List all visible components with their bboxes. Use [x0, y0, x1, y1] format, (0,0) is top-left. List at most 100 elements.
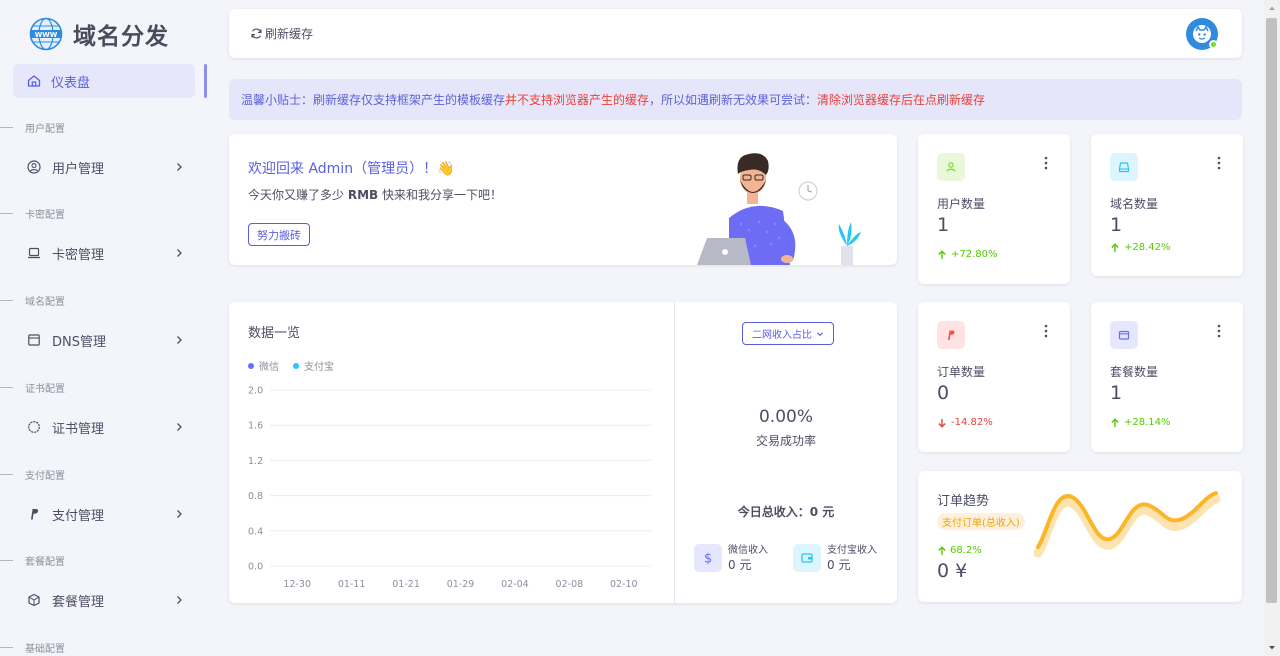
- more-vertical-icon[interactable]: [1044, 324, 1048, 338]
- tip-text: ，所以如遇刷新无效果可尝试：: [649, 93, 818, 107]
- welcome-subtitle: 今天你又赚了多少 RMB 快来和我分享一下吧！: [248, 188, 502, 202]
- brand-name: 域名分发: [73, 24, 169, 50]
- order-trend-sparkline: [1033, 491, 1221, 558]
- stat-value: 1: [1110, 382, 1123, 404]
- stat-label: 套餐数量: [1110, 365, 1159, 379]
- paypal-icon: [937, 321, 965, 349]
- home-icon: [27, 75, 41, 87]
- sidebar-item-label: 套餐管理: [52, 594, 105, 610]
- brand[interactable]: WWW 域名分发: [29, 17, 169, 51]
- wechat-income-value: 0 元: [728, 558, 752, 572]
- sidebar-item-packages[interactable]: 套餐管理: [13, 583, 195, 617]
- refresh-label: 刷新缓存: [265, 27, 314, 41]
- stat-trend: -14.82%: [937, 417, 993, 428]
- stat-label: 域名数量: [1110, 197, 1159, 211]
- sidebar-item-payments[interactable]: 支付管理: [13, 497, 195, 531]
- cert-icon: [27, 420, 41, 434]
- order-trend-title: 订单趋势: [937, 494, 990, 509]
- online-status-dot: [1209, 40, 1218, 49]
- window-icon: [27, 333, 41, 347]
- tip-warning: 清除浏览器缓存后在点刷新缓存: [817, 93, 986, 107]
- order-trend-value: 0 ¥: [937, 560, 968, 582]
- alipay-income: 支付宝收入 0 元: [793, 544, 877, 572]
- y-tick-label: 1.6: [248, 421, 263, 432]
- chevron-right-icon: [177, 423, 182, 431]
- x-tick-label: 02-10: [610, 579, 638, 590]
- active-indicator: [204, 64, 207, 98]
- arrow-up-icon: [1111, 417, 1119, 427]
- chevron-right-icon: [177, 163, 182, 171]
- stat-label: 订单数量: [937, 365, 986, 379]
- sidebar-item-label: 卡密管理: [52, 247, 105, 263]
- section-label-domain: 域名配置: [0, 293, 208, 308]
- sidebar-item-users[interactable]: 用户管理: [13, 150, 195, 184]
- tip-banner: 温馨小贴士：刷新缓存仅支持框架产生的模板缓存 并不支持浏览器产生的缓存 ，所以如遇刷…: [229, 79, 1242, 120]
- chevron-right-icon: [177, 336, 182, 344]
- sidebar-item-certs[interactable]: 证书管理: [13, 410, 195, 444]
- chevron-right-icon: [177, 249, 182, 257]
- x-tick-label: 12-30: [283, 579, 311, 590]
- y-tick-label: 0.0: [248, 562, 263, 573]
- income-ratio-dropdown[interactable]: 二网收入占比: [742, 322, 834, 345]
- wechat-income-label: 微信收入: [728, 545, 768, 556]
- sidebar-item-cards[interactable]: 卡密管理: [13, 236, 195, 270]
- stat-value: 1: [1110, 214, 1123, 236]
- stat-value: 0: [937, 382, 950, 404]
- chart-legend: 微信 支付宝: [248, 358, 348, 373]
- stat-card-users: 用户数量 1 +72.80%: [918, 134, 1070, 284]
- y-tick-label: 0.8: [248, 491, 263, 502]
- alipay-income-label: 支付宝收入: [827, 545, 877, 556]
- svg-text:$: $: [704, 552, 712, 566]
- arrow-up-icon: [1111, 242, 1119, 252]
- sidebar-item-dns[interactable]: DNS管理: [13, 323, 195, 357]
- user-circle-icon: [27, 160, 41, 174]
- x-tick-label: 01-21: [392, 579, 420, 590]
- refresh-cache-button[interactable]: 刷新缓存: [250, 25, 313, 42]
- more-vertical-icon[interactable]: [1217, 156, 1221, 170]
- legend-item-alipay[interactable]: 支付宝: [293, 358, 334, 373]
- scroll-down-icon[interactable]: [1264, 640, 1280, 656]
- scroll-up-icon[interactable]: [1264, 0, 1280, 16]
- welcome-card: 欢迎回来 Admin（管理员）！👋 今天你又赚了多少 RMB 快来和我分享一下吧…: [229, 134, 897, 265]
- welcome-title: 欢迎回来 Admin（管理员）！👋: [248, 161, 455, 177]
- wallet-icon: [1110, 321, 1138, 349]
- more-vertical-icon[interactable]: [1217, 324, 1221, 338]
- order-trend-tag: 支付订单(总收入): [937, 513, 1025, 530]
- work-button[interactable]: 努力搬砖: [248, 223, 310, 246]
- y-tick-label: 2.0: [248, 386, 263, 397]
- section-label-pay: 支付配置: [0, 467, 208, 482]
- data-overview-title: 数据一览: [248, 326, 301, 341]
- x-tick-label: 02-04: [501, 579, 529, 590]
- stat-trend: +28.14%: [1110, 417, 1171, 428]
- topbar: 刷新缓存: [229, 9, 1242, 58]
- hard-drive-icon: [1110, 153, 1138, 181]
- alipay-income-value: 0 元: [827, 558, 851, 572]
- more-vertical-icon[interactable]: [1044, 156, 1048, 170]
- scrollbar-thumb[interactable]: [1266, 18, 1277, 603]
- success-rate-label: 交易成功率: [755, 434, 816, 448]
- www-globe-icon: WWW: [29, 17, 63, 51]
- arrow-up-icon: [938, 249, 946, 259]
- tip-warning: 并不支持浏览器产生的缓存: [505, 93, 650, 107]
- developer-illustration: [697, 153, 861, 265]
- wechat-income: $ 微信收入 0 元: [694, 544, 768, 572]
- stat-card-orders: 订单数量 0 -14.82%: [918, 302, 1070, 452]
- laptop-icon: [27, 246, 41, 260]
- data-overview-card: 数据一览 微信 支付宝 2.0 1.6 1.2 0.8 0.4 0.0 12-30 01-11…: [229, 302, 897, 603]
- y-tick-label: 0.4: [248, 526, 263, 537]
- sidebar-item-dashboard[interactable]: 仪表盘: [13, 64, 195, 98]
- card-divider: [674, 302, 675, 603]
- chevron-right-icon: [177, 510, 182, 518]
- sidebar-item-label: 支付管理: [52, 508, 105, 524]
- wallet-icon: [793, 544, 821, 572]
- paypal-icon: [27, 507, 41, 521]
- legend-item-wechat[interactable]: 微信: [248, 358, 279, 373]
- dollar-icon: $: [694, 544, 722, 572]
- tip-text: 温馨小贴士：刷新缓存仅支持框架产生的模板缓存: [241, 93, 506, 107]
- section-label-cert: 证书配置: [0, 380, 208, 395]
- sidebar: WWW 域名分发 仪表盘 用户配置 用户管理 卡密配置 卡密管理 域名配置 DN…: [0, 0, 208, 656]
- arrow-up-icon: [938, 545, 946, 555]
- section-label-package: 套餐配置: [0, 553, 208, 568]
- stat-card-packages: 套餐数量 1 +28.14%: [1091, 302, 1243, 452]
- sidebar-item-label: 仪表盘: [51, 75, 91, 91]
